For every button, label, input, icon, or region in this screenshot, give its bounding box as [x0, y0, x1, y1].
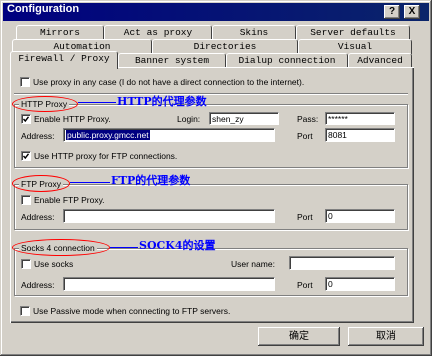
- use-proxy-any-case-checkbox[interactable]: Use proxy in any case (I do not have a d…: [20, 77, 304, 87]
- socks-annotation: SOCK4的设置: [139, 239, 216, 252]
- use-http-proxy-for-ftp-checkbox[interactable]: Use HTTP proxy for FTP connections.: [21, 151, 177, 161]
- ok-button[interactable]: 确定: [258, 327, 340, 346]
- ftp-address-input[interactable]: [63, 209, 275, 223]
- socks-user-name-input[interactable]: [289, 256, 395, 270]
- checkbox-box[interactable]: [20, 77, 30, 87]
- checkbox-box[interactable]: [21, 114, 31, 124]
- divider: [14, 93, 408, 95]
- socks-user-name-label: User name:: [231, 259, 275, 269]
- http-login-label: Login:: [177, 114, 201, 124]
- close-button[interactable]: X: [404, 5, 420, 19]
- socks-highlight-ellipse: [12, 239, 110, 256]
- http-port-label: Port: [297, 131, 313, 141]
- checkbox-box[interactable]: [20, 306, 30, 316]
- http-pass-label: Pass:: [297, 114, 319, 124]
- tab-directories[interactable]: Directories: [152, 39, 298, 54]
- socks-address-input[interactable]: [63, 277, 275, 291]
- http-annotation: HTTP的代理参数: [117, 95, 207, 108]
- socks-port-label: Port: [297, 280, 313, 290]
- tab-act-as-proxy[interactable]: Act as proxy: [104, 25, 212, 40]
- configuration-dialog: Configuration ? X Mirrors Act as proxy S…: [0, 0, 432, 356]
- tab-mirrors[interactable]: Mirrors: [16, 25, 104, 40]
- http-proxy-group: HTTP Proxy Enable HTTP Proxy. Login: Pas…: [14, 99, 408, 168]
- passive-mode-label: Use Passive mode when connecting to FTP …: [33, 306, 231, 316]
- enable-http-proxy-label: Enable HTTP Proxy.: [34, 114, 111, 124]
- socks-address-label: Address:: [21, 280, 55, 290]
- http-address-input[interactable]: public.proxy.gmcc.net: [63, 128, 275, 142]
- http-address-value: public.proxy.gmcc.net: [66, 130, 150, 140]
- close-icon: X: [408, 6, 416, 17]
- title-bar[interactable]: Configuration ? X: [3, 3, 429, 21]
- http-annotation-line: [78, 102, 116, 103]
- tab-dialup-connection[interactable]: Dialup connection: [226, 53, 348, 68]
- passive-mode-checkbox[interactable]: Use Passive mode when connecting to FTP …: [20, 306, 230, 316]
- tab-server-defaults[interactable]: Server defaults: [296, 25, 410, 40]
- checkbox-box[interactable]: [21, 259, 31, 269]
- ftp-proxy-group: FTP Proxy Enable FTP Proxy. Address: Por…: [14, 179, 408, 230]
- use-proxy-any-case-label: Use proxy in any case (I do not have a d…: [33, 77, 305, 87]
- tab-firewall-proxy[interactable]: Firewall / Proxy: [10, 51, 118, 69]
- checkbox-box[interactable]: [21, 195, 31, 205]
- http-login-input[interactable]: [209, 112, 279, 125]
- use-socks-label: Use socks: [34, 259, 74, 269]
- enable-http-proxy-checkbox[interactable]: Enable HTTP Proxy.: [21, 114, 111, 124]
- enable-ftp-proxy-checkbox[interactable]: Enable FTP Proxy.: [21, 195, 105, 205]
- http-proxy-highlight-ellipse: [12, 96, 78, 112]
- ftp-annotation-line: [70, 182, 110, 183]
- socks-port-input[interactable]: [325, 277, 395, 291]
- socks-annotation-line: [110, 247, 138, 248]
- tab-skins[interactable]: Skins: [212, 25, 296, 40]
- http-address-label: Address:: [21, 131, 55, 141]
- ftp-port-label: Port: [297, 212, 313, 222]
- ftp-address-label: Address:: [21, 212, 55, 222]
- tab-visual[interactable]: Visual: [298, 39, 412, 54]
- help-button[interactable]: ?: [384, 5, 400, 19]
- enable-ftp-proxy-label: Enable FTP Proxy.: [34, 195, 105, 205]
- http-pass-input[interactable]: [325, 112, 395, 125]
- http-port-input[interactable]: [325, 128, 395, 142]
- check-icon: [22, 116, 30, 123]
- help-icon: ?: [388, 6, 396, 17]
- cancel-button[interactable]: 取消: [348, 327, 424, 346]
- tab-banner-system[interactable]: Banner system: [118, 53, 226, 68]
- check-icon: [22, 153, 30, 160]
- checkbox-box[interactable]: [21, 151, 31, 161]
- ftp-proxy-highlight-ellipse: [12, 175, 70, 192]
- ftp-port-input[interactable]: [325, 209, 395, 223]
- tab-advanced[interactable]: Advanced: [348, 53, 412, 68]
- window-title: Configuration: [7, 3, 80, 15]
- use-http-proxy-for-ftp-label: Use HTTP proxy for FTP connections.: [34, 151, 178, 161]
- ftp-annotation: FTP的代理参数: [111, 174, 191, 187]
- use-socks-checkbox[interactable]: Use socks: [21, 259, 73, 269]
